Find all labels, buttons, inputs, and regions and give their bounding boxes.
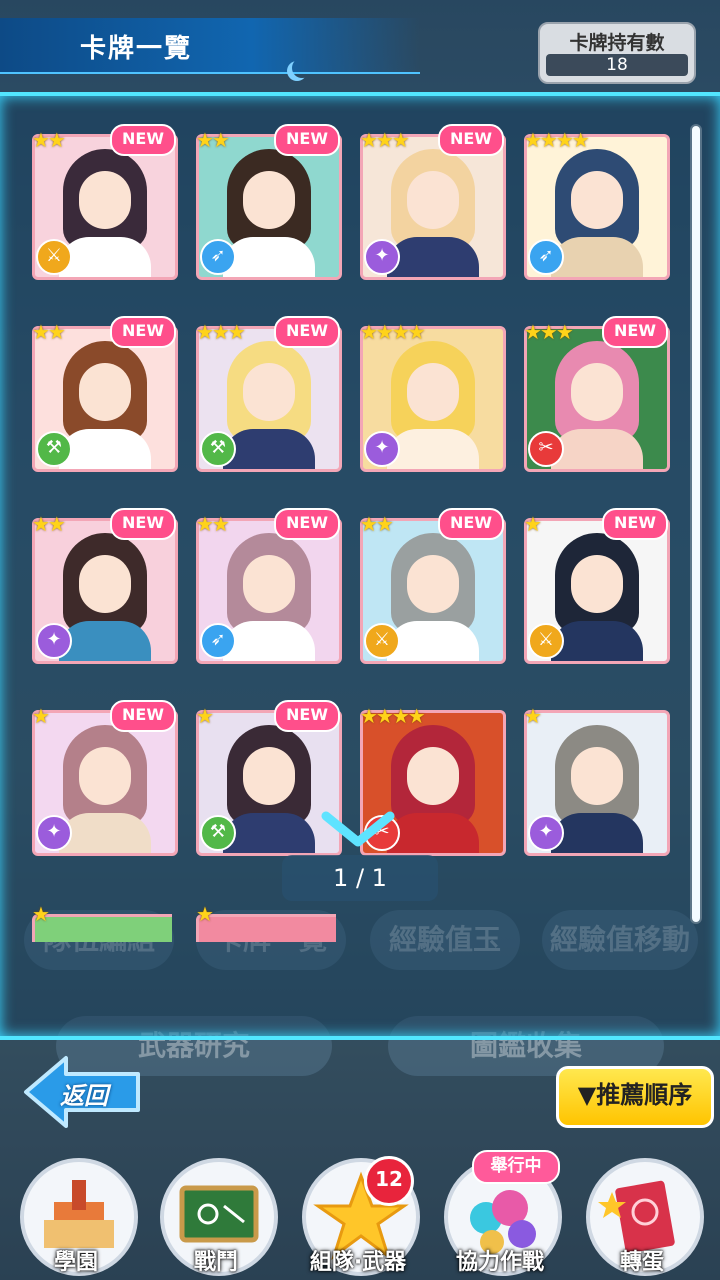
rarity-stars: ★★★★ xyxy=(360,704,426,728)
card-frame xyxy=(196,914,336,942)
sort-order-button[interactable]: ▼推薦順序 xyxy=(556,1066,714,1128)
nav-academy-label: 學園 xyxy=(53,1250,98,1275)
holding-label: 卡牌持有數 xyxy=(569,32,665,54)
moon-icon xyxy=(292,58,312,78)
page-indicator: 1 / 1 xyxy=(282,855,438,901)
card-item[interactable]: ★★★★ ✦ xyxy=(360,320,506,481)
hammer-icon: ⚒ xyxy=(36,431,72,467)
rarity-stars: ★ xyxy=(524,704,542,728)
rarity-stars: ★★★ xyxy=(524,320,574,344)
new-badge: NEW xyxy=(274,508,340,540)
event-ongoing-tag: 舉行中 xyxy=(472,1150,560,1184)
rarity-stars: ★★ xyxy=(196,128,230,152)
nav-gacha[interactable]: 轉蛋 xyxy=(578,1158,706,1276)
rarity-stars: ★ xyxy=(196,704,214,728)
card-item[interactable]: ★ NEW ✦ xyxy=(32,700,178,865)
wand-icon: ✦ xyxy=(364,431,400,467)
page-title: 卡牌一覽 xyxy=(80,34,193,64)
new-badge: NEW xyxy=(274,700,340,732)
nav-team-weapon-label: 組隊·武器 xyxy=(309,1250,407,1275)
card-item[interactable]: ★★ NEW ➶ xyxy=(196,508,342,673)
lance-icon: ➶ xyxy=(528,239,564,275)
card-frame xyxy=(32,914,172,942)
sword-icon: ⚔ xyxy=(36,239,72,275)
card-holding-count: 卡牌持有數 18 xyxy=(538,22,696,84)
rarity-stars: ★★★ xyxy=(196,320,246,344)
rarity-stars: ★★ xyxy=(32,512,66,536)
rarity-stars: ★★★★ xyxy=(524,128,590,152)
card-item[interactable]: ★★★ NEW ⚒ xyxy=(196,316,342,481)
rarity-stars: ★ xyxy=(32,704,50,728)
new-badge: NEW xyxy=(602,508,668,540)
back-button[interactable]: 返回 xyxy=(22,1052,142,1132)
wand-icon: ✦ xyxy=(36,815,72,851)
nav-academy[interactable]: 學園 xyxy=(12,1158,140,1276)
card-item[interactable]: ★★ NEW ⚔ xyxy=(32,124,178,289)
card-item-partial[interactable]: ★ xyxy=(32,902,172,942)
rarity-stars: ★★ xyxy=(196,512,230,536)
wand-icon: ✦ xyxy=(528,815,564,851)
new-badge: NEW xyxy=(110,508,176,540)
chevron-down-icon[interactable] xyxy=(318,810,398,850)
rarity-stars: ★★ xyxy=(32,128,66,152)
holding-value: 18 xyxy=(546,54,688,76)
card-item[interactable]: ★★ NEW ➶ xyxy=(196,124,342,289)
blade-icon: ✂ xyxy=(528,431,564,467)
rarity-stars: ★★ xyxy=(32,320,66,344)
new-badge: NEW xyxy=(602,316,668,348)
new-badge: NEW xyxy=(110,124,176,156)
scroll-thumb[interactable] xyxy=(692,126,700,922)
rarity-stars: ★★ xyxy=(360,512,394,536)
back-label: 返回 xyxy=(60,1082,108,1110)
rarity-stars: ★★★ xyxy=(360,128,410,152)
card-item[interactable]: ★ NEW ⚒ xyxy=(196,700,342,865)
new-badge: NEW xyxy=(274,124,340,156)
sword-icon: ⚔ xyxy=(364,623,400,659)
card-item[interactable]: ★★ NEW ⚔ xyxy=(360,508,506,673)
card-item[interactable]: ★ NEW ⚔ xyxy=(524,508,670,673)
card-item[interactable]: ★★ NEW ✦ xyxy=(32,508,178,673)
card-item[interactable]: ★ ✦ xyxy=(524,704,670,865)
hammer-icon: ⚒ xyxy=(200,431,236,467)
new-badge: NEW xyxy=(110,316,176,348)
nav-team-weapon[interactable]: 12 組隊·武器 xyxy=(294,1156,422,1276)
hammer-icon: ⚒ xyxy=(200,815,236,851)
new-badge: NEW xyxy=(110,700,176,732)
nav-battle-label: 戰鬥 xyxy=(193,1250,238,1275)
nav-coop-battle-label: 協力作戰 xyxy=(455,1250,544,1275)
rarity-stars: ★ xyxy=(196,902,214,926)
card-item-partial[interactable]: ★ xyxy=(196,902,336,942)
lance-icon: ➶ xyxy=(200,623,236,659)
wand-icon: ✦ xyxy=(36,623,72,659)
new-badge: NEW xyxy=(274,316,340,348)
card-item[interactable]: ★★ NEW ⚒ xyxy=(32,316,178,481)
scrollbar[interactable] xyxy=(690,124,702,924)
bottom-nav: 學園 戰鬥 12 組隊·武器 舉行中 協力作戰 轉蛋 xyxy=(0,1150,720,1280)
team-weapon-badge: 12 xyxy=(364,1156,414,1206)
new-badge: NEW xyxy=(438,124,504,156)
lance-icon: ➶ xyxy=(200,239,236,275)
rarity-stars: ★ xyxy=(524,512,542,536)
nav-gacha-label: 轉蛋 xyxy=(619,1250,664,1275)
nav-battle[interactable]: 戰鬥 xyxy=(152,1158,280,1276)
rarity-stars: ★ xyxy=(32,902,50,926)
wand-icon: ✦ xyxy=(364,239,400,275)
title-bar: 卡牌一覽 xyxy=(0,18,420,74)
rarity-stars: ★★★★ xyxy=(360,320,426,344)
nav-coop-battle[interactable]: 舉行中 協力作戰 xyxy=(436,1150,564,1276)
card-item[interactable]: ★★★ NEW ✦ xyxy=(360,124,506,289)
card-item[interactable]: ★★★ NEW ✂ xyxy=(524,316,670,481)
card-item[interactable]: ★★★★ ➶ xyxy=(524,128,670,289)
new-badge: NEW xyxy=(438,508,504,540)
sword-icon: ⚔ xyxy=(528,623,564,659)
